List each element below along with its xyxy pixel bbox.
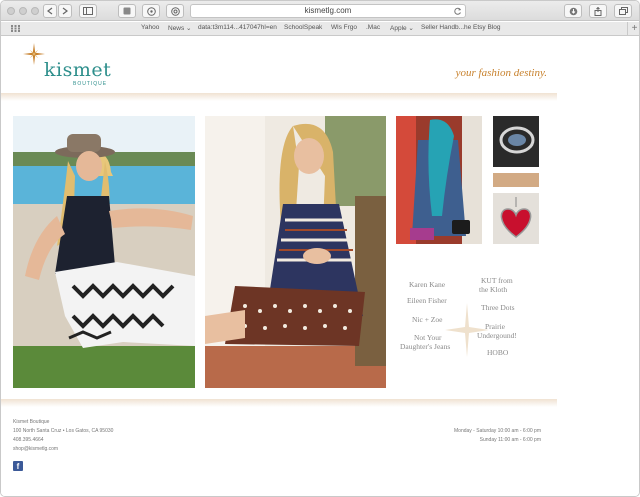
brand-hobo[interactable]: HOBO — [487, 349, 508, 357]
brand-prairie-line1[interactable]: Prairie — [485, 323, 505, 331]
address-bar[interactable]: kismetlg.com — [190, 4, 466, 18]
logo-subtitle: BOUTIQUE — [73, 81, 108, 87]
brands-list: Karen Kane KUT from the Kloth Eileen Fis… — [397, 277, 537, 387]
tabs-icon — [618, 7, 628, 15]
logo-text[interactable]: kismet — [44, 59, 111, 81]
kismet-site: kismet BOUTIQUE your fashion destiny. Ka… — [1, 37, 557, 496]
brand-nydj-line1[interactable]: Not Your — [414, 334, 442, 342]
bookmark-news[interactable]: News ⌄ — [168, 24, 192, 32]
brand-eileen-fisher[interactable]: Eileen Fisher — [407, 297, 447, 305]
footer-divider — [1, 399, 557, 407]
extension-icon — [170, 6, 180, 16]
brand-prairie-line2[interactable]: Undergound! — [477, 332, 517, 340]
photo-heart-necklace[interactable] — [493, 193, 539, 244]
footer-phone: 408.395.4664 — [13, 437, 44, 443]
bookmark-data[interactable]: data:t3m114...417047hl=en — [198, 24, 277, 31]
url-text: kismetlg.com — [304, 6, 352, 15]
new-tab-button[interactable]: + — [627, 22, 639, 36]
brand-kut-line1[interactable]: KUT from — [481, 277, 513, 285]
bookmark-yahoo[interactable]: Yahoo — [141, 24, 159, 31]
top-sites-grid-icon[interactable] — [11, 25, 20, 32]
footer-store-name: Kismet Boutique — [13, 419, 50, 425]
reader-button[interactable] — [118, 4, 136, 18]
pinterest-button[interactable] — [142, 4, 160, 18]
brand-kut-line2[interactable]: the Kloth — [479, 286, 507, 294]
browser-window: kismetlg.com Yahoo News ⌄ data:t3m114...… — [0, 0, 640, 497]
brand-three-dots[interactable]: Three Dots — [481, 304, 515, 312]
bookmark-wls-frgo[interactable]: Wls Frgo — [331, 24, 357, 31]
bookmark-apple[interactable]: Apple ⌄ — [390, 24, 414, 32]
chevron-left-icon — [47, 7, 53, 15]
footer-email[interactable]: shop@kismetlg.com — [13, 446, 58, 452]
bookmark-etsy[interactable]: Seller Handb...he Etsy Blog — [421, 24, 501, 31]
reader-icon — [123, 7, 131, 15]
back-button[interactable] — [43, 4, 57, 18]
close-window-button[interactable] — [7, 7, 15, 15]
bookmarks-bar: Yahoo News ⌄ data:t3m114...417047hl=en S… — [1, 22, 639, 36]
sidebar-icon — [83, 7, 93, 15]
browser-toolbar: kismetlg.com — [1, 1, 639, 21]
facebook-icon[interactable]: f — [13, 461, 23, 471]
footer-hours-weekday: Monday - Saturday 10:00 am - 6:00 pm — [454, 428, 541, 434]
photo-denim-jacket[interactable] — [396, 116, 482, 244]
footer-address: 100 North Santa Cruz • Los Gatos, CA 950… — [13, 428, 114, 434]
extension-button[interactable] — [166, 4, 184, 18]
downloads-button[interactable] — [564, 4, 582, 18]
photo-sweater-model[interactable] — [205, 116, 386, 388]
zoom-window-button[interactable] — [31, 7, 39, 15]
photo-swatch[interactable] — [493, 173, 539, 187]
forward-button[interactable] — [58, 4, 72, 18]
tagline: your fashion destiny. — [455, 67, 547, 79]
page-viewport: kismet BOUTIQUE your fashion destiny. Ka… — [1, 37, 639, 496]
photo-hat-model[interactable] — [13, 116, 195, 388]
header-divider — [1, 93, 557, 101]
download-icon — [569, 7, 577, 15]
bookmark-mac[interactable]: .Mac — [366, 24, 380, 31]
chevron-right-icon — [62, 7, 68, 15]
photo-bracelet[interactable] — [493, 116, 539, 167]
star-logo-icon — [23, 43, 45, 65]
footer-hours-sunday: Sunday 11:00 am - 6:00 pm — [479, 437, 541, 443]
sidebar-button[interactable] — [79, 4, 97, 18]
share-button[interactable] — [589, 4, 607, 18]
bookmark-schoolspeak[interactable]: SchoolSpeak — [284, 24, 322, 31]
share-icon — [594, 6, 602, 16]
brand-karen-kane[interactable]: Karen Kane — [409, 281, 445, 289]
pinterest-icon — [146, 6, 156, 16]
brand-nydj-line2[interactable]: Daughter's Jeans — [400, 343, 450, 351]
brand-nic-zoe[interactable]: Nic + Zoe — [412, 316, 442, 324]
minimize-window-button[interactable] — [19, 7, 27, 15]
reload-icon[interactable] — [454, 7, 462, 15]
tabs-button[interactable] — [614, 4, 632, 18]
